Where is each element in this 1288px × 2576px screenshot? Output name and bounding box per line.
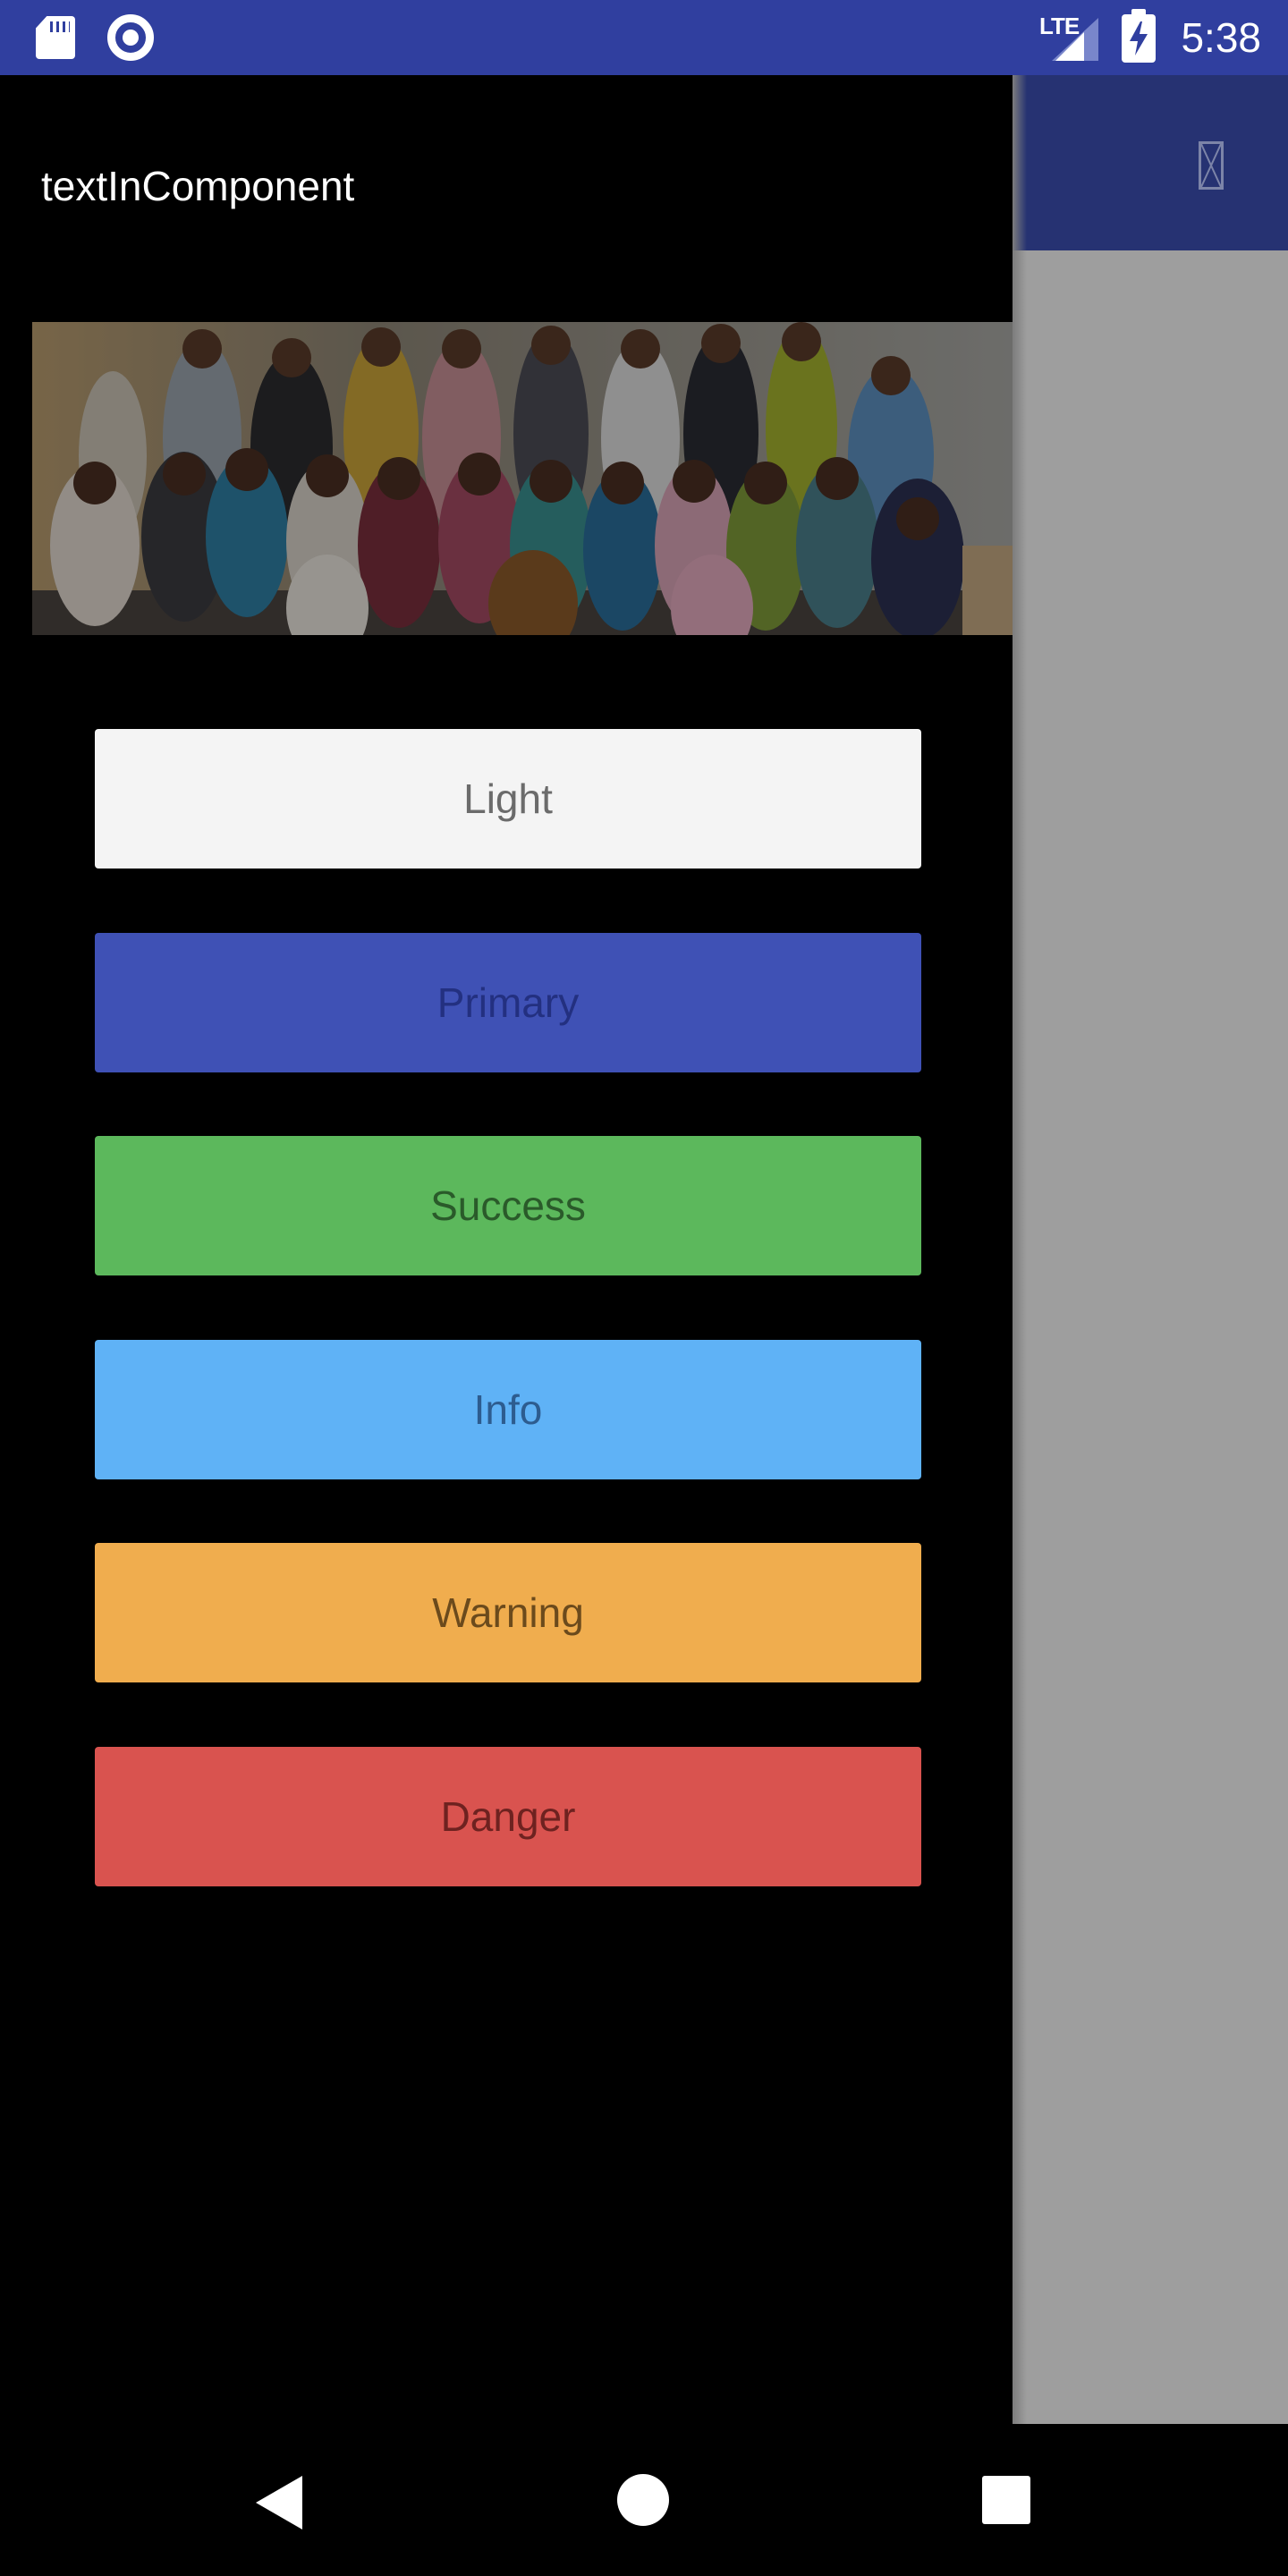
- warning-button[interactable]: Warning: [95, 1543, 921, 1682]
- system-navigation-bar: [0, 2424, 1288, 2576]
- danger-button[interactable]: Danger: [95, 1747, 921, 1886]
- back-icon[interactable]: [256, 2476, 302, 2529]
- light-button[interactable]: Light: [95, 729, 921, 869]
- info-button[interactable]: Info: [95, 1340, 921, 1479]
- success-button[interactable]: Success: [95, 1136, 921, 1275]
- app-content-scrim[interactable]: [1013, 250, 1288, 2424]
- primary-button[interactable]: Primary: [95, 933, 921, 1072]
- sd-card-icon: [36, 16, 75, 59]
- recents-icon[interactable]: [982, 2476, 1030, 2524]
- app-toolbar: [1013, 75, 1288, 250]
- screen: LTE 5:38 textInComponent Light Primary S…: [0, 0, 1288, 2576]
- status-clock: 5:38: [1181, 14, 1261, 61]
- drawer-edge-shadow: [1013, 75, 1027, 2424]
- sync-icon: [107, 14, 154, 61]
- status-bar: LTE 5:38: [0, 0, 1288, 75]
- drawer-title: textInComponent: [41, 163, 355, 209]
- battery-charging-icon: [1122, 9, 1156, 63]
- signal-icon: [1052, 18, 1098, 61]
- home-icon[interactable]: [617, 2474, 669, 2526]
- missing-glyph-icon[interactable]: [1199, 141, 1224, 190]
- drawer-header-image: [32, 322, 1013, 635]
